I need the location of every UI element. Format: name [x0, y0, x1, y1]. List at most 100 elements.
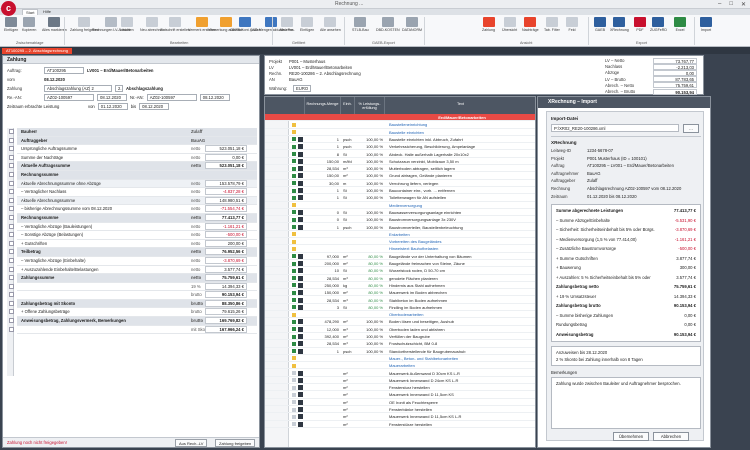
grid-row[interactable]: 97,000 m² 80,00 % Baugelände vor der Unterh… [265, 253, 535, 260]
grid-row[interactable]: m² Fenstersturz herstellen [265, 384, 535, 392]
from-invoice-lv-button[interactable]: Aus Rech.-LV [175, 439, 208, 447]
grid-row[interactable]: m² Fensterstürze herstellen [265, 421, 535, 428]
release-payment-footer-button[interactable]: Zahlung freigeben [215, 439, 256, 447]
export-pdf-button[interactable]: PDF [634, 17, 646, 32]
summary-value[interactable]: 90.153,94 € [205, 291, 247, 299]
summary-value[interactable]: 79.615,26 € [205, 308, 247, 316]
row-checkbox[interactable] [9, 275, 14, 281]
browse-button[interactable]: … [683, 124, 699, 133]
summary-value[interactable]: 3.577,74 € [205, 265, 247, 273]
grid-row[interactable]: 30,00 m 100,00 % Verrohrung liefern, verleg… [265, 180, 535, 187]
summary-value[interactable]: 88.350,86 € [205, 299, 247, 307]
field-button[interactable]: Feld [566, 17, 578, 32]
grid-row[interactable]: 0 St 100,00 % Baustromversorgungsanlage 3x … [265, 216, 535, 224]
grid-row[interactable]: 150,000 m² 80,00 % Mauerwerk im Boden abbre… [265, 289, 535, 297]
summary-value[interactable]: -4.837,28 € [205, 188, 247, 196]
new-pos-button[interactable]: Neu Pos. [280, 17, 295, 32]
row-checkbox[interactable] [9, 146, 14, 152]
grid-row[interactable]: 8 St 100,00 % Abdeck. Halle außerhalb Lager… [265, 151, 535, 158]
summary-value[interactable]: 75.759,61 € [205, 274, 247, 282]
period-from-field[interactable]: 01.12.2020 [97, 103, 128, 110]
summary-value[interactable]: 148.980,51 € [205, 196, 247, 204]
row-checkbox[interactable] [9, 137, 14, 143]
summary-value[interactable]: 76.952,56 € [205, 248, 247, 256]
app-logo[interactable]: c [1, 1, 16, 16]
grid-group-row[interactable]: Baustelle einrichten [265, 129, 535, 136]
row-checkbox[interactable] [9, 206, 14, 212]
apply-button[interactable]: Übernehmen [613, 432, 649, 441]
currency-select[interactable]: EURO [293, 85, 311, 92]
invoice-date-field[interactable]: 08.12.2020 [97, 94, 127, 101]
row-checkbox[interactable] [9, 309, 14, 315]
grid-group-row[interactable]: Vorbereiten des Baugeländes [265, 238, 535, 246]
maximize-button[interactable]: □ [729, 1, 733, 8]
grid-group-row[interactable]: Oberbodenarbeiten [265, 311, 535, 319]
grid-row[interactable]: 1 psch 100,00 % Verkehrssicherung, Beschild… [265, 143, 535, 151]
row-checkbox[interactable] [9, 266, 14, 272]
grid-row[interactable]: m² Mauerwerk Innenwand D 11,5cm KS L-R [265, 413, 535, 421]
grid-row[interactable]: Erd/Mauer/Betonarbeiten [265, 114, 535, 122]
summary-value[interactable]: 523.051,18 € [205, 145, 247, 153]
grid-row[interactable]: 200,000 m² 80,00 % Baugelände freimachen vo… [265, 260, 535, 268]
invoice-an-field[interactable]: AZ02-100597 [44, 94, 94, 101]
import-file-field[interactable]: P:\XR02_RE20-100286.xml [551, 124, 679, 132]
cancel-button[interactable]: Abbrechen [653, 432, 689, 441]
row-checkbox[interactable] [9, 129, 14, 134]
grid-group-row[interactable]: Mauerarbeiten [265, 362, 535, 370]
summary-value[interactable]: -3.870,69 € [205, 256, 247, 264]
row-checkbox[interactable] [9, 154, 14, 160]
stlb-button[interactable]: STLB-Bau [352, 17, 369, 32]
summary-value[interactable]: 200,00 € [205, 239, 247, 247]
remarks-box[interactable]: Zahlung wurde zwischen Bauleiter und Auf… [551, 377, 701, 429]
grid-row[interactable]: m² OE Ironit als Feuchtesperre [265, 399, 535, 406]
grid-row[interactable]: 1 psch 100,00 % Baustromverteiler, Baustell… [265, 224, 535, 231]
row-checkbox[interactable] [9, 223, 14, 229]
summary-value[interactable]: 14.394,33 € [205, 282, 247, 290]
view-overview-button[interactable]: Übersicht [502, 17, 517, 32]
grid-row[interactable]: m² Mauerwerk Innenwand D 24cm KS L-R [265, 377, 535, 385]
grid-group-row[interactable]: Hinweistext Bauhofbelasten [265, 245, 535, 253]
close-button[interactable]: ✕ [741, 1, 746, 8]
order-field[interactable]: AT100295 [44, 67, 84, 74]
copy-button[interactable]: Kopieren [22, 17, 36, 32]
grid-row[interactable]: 28,534 m³ 80,00 % Stahlbeton im Boden aufne… [265, 297, 535, 304]
grid-row[interactable]: 10 St 80,00 % Wurzelstock roden, D 50-70 cm [265, 267, 535, 275]
grid-row[interactable]: 1 St 100,00 % Toilettenwagen für AN aufstel… [265, 194, 535, 202]
grid-row[interactable]: 392,400 m² 100,00 % Verfüllen der Baugrube [265, 333, 535, 341]
summary-value[interactable]: -71.554,74 € [205, 205, 247, 213]
row-checkbox[interactable] [9, 283, 14, 289]
table-filter-button[interactable]: Tab. Filter [544, 17, 560, 32]
dbd-button[interactable]: DBD-KOSTEN [376, 17, 400, 32]
payment-select[interactable]: Abschlagszahlung (AZ) 2 [44, 85, 112, 92]
grid-row[interactable]: 250,000 kg 80,00 % Hindernis aus Stahl aufn… [265, 282, 535, 290]
row-checkbox[interactable] [9, 240, 14, 246]
summary-value[interactable]: 523.051,18 € [205, 162, 247, 170]
row-checkbox[interactable] [9, 318, 14, 324]
row-checkbox[interactable] [9, 163, 14, 169]
grid-row[interactable]: m² Mauerwerk Außenwand D 30cm KS L-R [265, 370, 535, 377]
grid-row[interactable]: 1 psch 100,00 % Baustelle einrichten inkl. … [265, 136, 535, 144]
grid-group-row[interactable]: Baustelleneinrichtung [265, 121, 535, 129]
col-percent[interactable]: % Leistungs-erfüllung [355, 97, 385, 114]
row-checkbox[interactable] [9, 197, 14, 203]
col-unit[interactable]: Einh. [341, 97, 355, 114]
number-date-field[interactable]: 08.12.2020 [199, 94, 230, 101]
grid-row[interactable]: m² Mauerwerk Innenwand D 11,5cm KS [265, 391, 535, 399]
summary-value[interactable]: -1.161,21 € [205, 222, 247, 230]
export-excel-button[interactable]: Excel [674, 17, 686, 32]
view-payment-button[interactable]: Zahlung [482, 17, 495, 32]
paste-button[interactable]: Einfügen [4, 17, 18, 32]
row-checkbox[interactable] [9, 300, 14, 306]
summary-value[interactable]: 153.578,79 € [205, 179, 247, 187]
grid-row[interactable]: m² Fensterbänke herstellen [265, 406, 535, 414]
period-to-field[interactable]: 08.12.2020 [139, 103, 170, 110]
export-xrechnung-button[interactable]: XRechnung [610, 17, 629, 32]
summary-value[interactable]: 169.769,82 € [205, 317, 247, 325]
row-checkbox[interactable] [9, 189, 14, 195]
grid-row[interactable]: 28,534 m³ 80,00 % gerodete Flächen planiere… [265, 275, 535, 282]
grid-row[interactable]: 478,290 m² 100,00 % Boden lösen und beseiti… [265, 318, 535, 326]
datanorm-button[interactable]: DATANORM [402, 17, 422, 32]
row-checkbox[interactable] [9, 292, 14, 298]
show-all-button[interactable]: Alle ansehen [320, 17, 341, 32]
summary-value[interactable]: 0,00 € [205, 153, 247, 161]
